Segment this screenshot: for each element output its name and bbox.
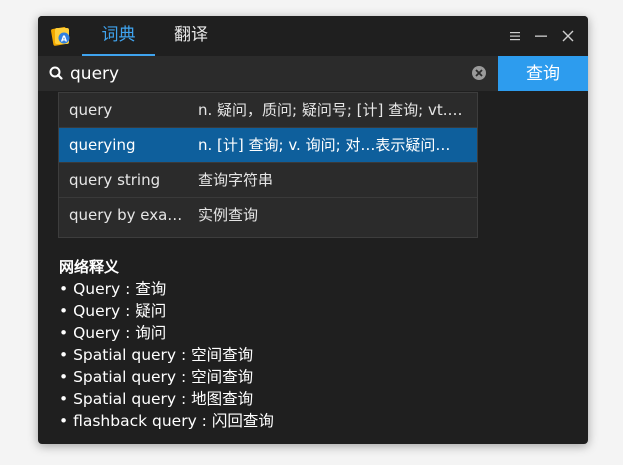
web-definition-item: • Spatial query : 地图查询 <box>59 390 254 408</box>
suggestion-word: query <box>69 101 113 119</box>
suggestion-definition: n. [计] 查询; v. 询问; 对…表示疑问（... <box>198 136 463 154</box>
search-icon <box>49 66 63 80</box>
suggestion-dropdown: query n. 疑问，质问; 疑问号; [计] 查询; vt. ... que… <box>58 92 478 238</box>
suggestion-word: query string <box>69 171 161 189</box>
web-definition-item: • Query : 查询 <box>59 280 167 298</box>
app-logo-icon: A <box>51 27 70 46</box>
web-definition-item: • Query : 疑问 <box>59 302 167 320</box>
suggestion-item[interactable]: query string 查询字符串 <box>59 163 477 198</box>
close-icon[interactable] <box>559 27 577 45</box>
web-definitions-title: 网络释义 <box>59 258 120 276</box>
web-definition-item: • Spatial query : 空间查询 <box>59 346 254 364</box>
suggestion-definition: n. 疑问，质问; 疑问号; [计] 查询; vt. ... <box>198 101 463 119</box>
suggestion-definition: 查询字符串 <box>198 171 274 189</box>
suggestion-item[interactable]: query by exam... 实例查询 <box>59 198 477 233</box>
web-definition-item: • flashback query : 闪回查询 <box>59 412 274 430</box>
tab-dictionary[interactable]: 词典 <box>82 16 155 56</box>
search-button[interactable]: 查询 <box>498 56 588 91</box>
suggestion-word: query by exam... <box>69 206 194 224</box>
title-bar: A 词典 翻译 <box>38 16 588 56</box>
tab-translate[interactable]: 翻译 <box>160 16 222 54</box>
suggestion-item-selected[interactable]: querying n. [计] 查询; v. 询问; 对…表示疑问（... <box>59 128 477 163</box>
menu-icon[interactable] <box>506 27 524 45</box>
minimize-icon[interactable] <box>532 27 550 45</box>
clear-icon[interactable] <box>471 65 487 81</box>
dictionary-window: A 词典 翻译 查询 query n. 疑问，质问; 疑问号; <box>38 16 588 444</box>
suggestion-definition: 实例查询 <box>198 206 259 224</box>
suggestion-word: querying <box>69 136 136 154</box>
search-input[interactable] <box>70 60 470 87</box>
suggestion-item[interactable]: query n. 疑问，质问; 疑问号; [计] 查询; vt. ... <box>59 93 477 128</box>
web-definition-item: • Query : 询问 <box>59 324 167 342</box>
svg-text:A: A <box>61 35 68 44</box>
web-definition-item: • Spatial query : 空间查询 <box>59 368 254 386</box>
web-definitions: 网络释义 • Query : 查询 • Query : 疑问 • Query :… <box>59 256 559 432</box>
search-bar: 查询 <box>38 56 588 91</box>
